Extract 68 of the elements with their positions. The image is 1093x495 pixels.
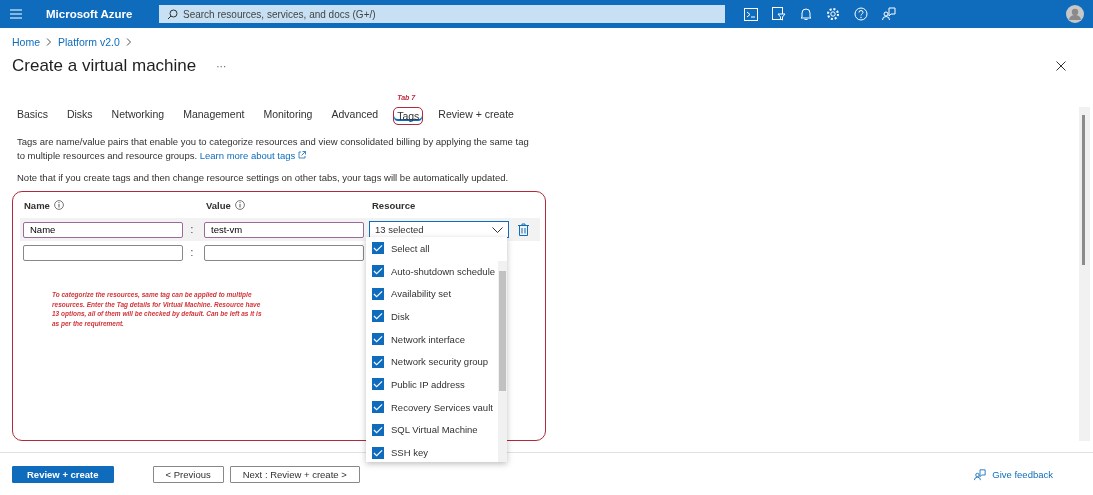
- tab[interactable]: Networking: [111, 106, 165, 125]
- external-link-icon: [297, 151, 306, 159]
- column-header: Resource: [372, 199, 416, 211]
- checkbox[interactable]: [372, 355, 384, 368]
- option-label[interactable]: Network security group: [391, 356, 489, 368]
- tab[interactable]: Advanced: [331, 106, 379, 125]
- close-icon[interactable]: [1056, 61, 1066, 71]
- name-input[interactable]: Name: [23, 221, 183, 238]
- checkbox[interactable]: [372, 242, 384, 255]
- learn-more-link[interactable]: Learn more about tags: [199, 150, 306, 161]
- chevron-icon: [125, 38, 132, 46]
- brand-name[interactable]: Microsoft Azure: [46, 8, 159, 20]
- tab[interactable]: Review + create: [438, 106, 514, 125]
- tab[interactable]: Disks: [66, 106, 93, 125]
- option-label[interactable]: Availability set: [391, 288, 452, 300]
- column-header: Value: [206, 199, 231, 211]
- chevron-icon: [46, 38, 52, 46]
- filter-icon[interactable]: [772, 7, 786, 21]
- description-text: Tags are name/value pairs that enable you to categorize resources and view consolidated billing by applying the same tag to multiple resources and resource groups. Learn more about tags: [17, 135, 530, 163]
- help-icon[interactable]: [854, 7, 868, 21]
- checkbox[interactable]: [372, 401, 384, 414]
- checkbox[interactable]: [372, 378, 384, 391]
- tab[interactable]: Monitoring: [263, 106, 313, 125]
- menu-icon[interactable]: [10, 9, 22, 19]
- checkbox[interactable]: [372, 310, 384, 323]
- more-button[interactable]: ···: [216, 60, 227, 72]
- tab[interactable]: Tags: [393, 107, 424, 125]
- feedback-icon[interactable]: [882, 7, 896, 21]
- checkbox[interactable]: [372, 423, 384, 436]
- option-label[interactable]: Network interface: [391, 333, 465, 345]
- column-header: Name: [24, 199, 50, 211]
- chevron-down-icon: [492, 226, 503, 233]
- option-label[interactable]: Recovery Services vault: [391, 401, 493, 413]
- page-title: Create a virtual machine: [12, 56, 197, 76]
- delete-icon[interactable]: [518, 223, 529, 236]
- avatar-icon[interactable]: [1066, 5, 1084, 23]
- option-label[interactable]: Auto-shutdown schedule: [391, 265, 496, 277]
- checkbox[interactable]: [372, 446, 384, 459]
- note-text: Note that if you create tags and then change resource settings on other tabs, your tags will be automatically updated.: [17, 172, 510, 183]
- option-label[interactable]: Public IP address: [391, 378, 465, 390]
- value-input[interactable]: [204, 244, 364, 261]
- search-field[interactable]: Search resources, services, and docs (G+/): [159, 5, 725, 23]
- option-label[interactable]: SQL Virtual Machine: [391, 424, 478, 436]
- terminal-icon[interactable]: [744, 7, 758, 21]
- breadcrumb-link[interactable]: Platform v2.0: [58, 36, 120, 48]
- option-label[interactable]: SSH key: [391, 447, 428, 459]
- name-input[interactable]: [23, 244, 183, 261]
- feedback-icon: [974, 468, 987, 481]
- separator-colon: :: [189, 224, 195, 235]
- checkbox[interactable]: [372, 333, 384, 346]
- separator-colon: :: [189, 247, 195, 258]
- checkbox[interactable]: [372, 287, 384, 300]
- nav-button[interactable]: Next : Review + create >: [229, 466, 360, 483]
- page-scrollbar[interactable]: [1079, 107, 1090, 441]
- settings-icon[interactable]: [826, 7, 840, 21]
- feedback-link[interactable]: Give feedback: [974, 468, 1053, 481]
- breadcrumb-link[interactable]: Home: [12, 36, 40, 48]
- option-label[interactable]: Disk: [391, 310, 410, 322]
- option-label[interactable]: Select all: [391, 242, 430, 254]
- bell-icon[interactable]: [800, 7, 812, 21]
- tab[interactable]: Basics: [17, 106, 48, 125]
- nav-button[interactable]: < Previous: [152, 466, 224, 483]
- search-icon: [167, 9, 178, 20]
- value-input[interactable]: test-vm: [204, 221, 364, 238]
- scrollbar[interactable]: [498, 261, 507, 462]
- review-create-button[interactable]: Review + create: [12, 466, 114, 483]
- checkbox[interactable]: [372, 265, 384, 278]
- tab[interactable]: Management: [183, 106, 245, 125]
